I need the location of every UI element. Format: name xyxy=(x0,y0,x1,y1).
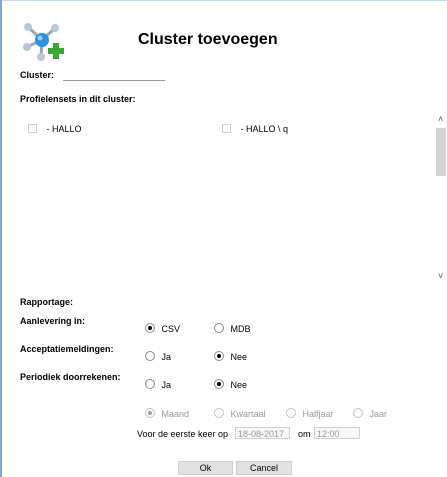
radio-label-halfjaar: Halfjaar xyxy=(302,409,334,419)
aanlevering-label: Aanlevering in: xyxy=(20,316,86,326)
periodiek-label: Periodiek doorrekenen: xyxy=(20,372,121,382)
radio-halfjaar[interactable]: Halfjaar xyxy=(286,405,334,423)
radio-button[interactable] xyxy=(353,408,363,418)
rapportage-heading: Rapportage: xyxy=(20,297,74,307)
radio-periodiek-nee[interactable]: Nee xyxy=(214,376,247,394)
radio-button[interactable] xyxy=(214,379,224,389)
radio-label-jaar: Jaar xyxy=(369,409,387,419)
profielenset-checkbox[interactable] xyxy=(222,124,231,133)
profielenset-item[interactable]: - HALLO \ q xyxy=(222,120,288,138)
radio-button[interactable] xyxy=(214,351,224,361)
radio-acceptatie-nee[interactable]: Nee xyxy=(214,348,247,366)
radio-button[interactable] xyxy=(145,379,155,389)
profielenset-label: - HALLO \ q xyxy=(240,124,288,134)
profielensets-label: Profielensets in dit cluster: xyxy=(20,94,136,104)
first-time-date-field[interactable]: 18-08-2017 xyxy=(235,427,290,439)
radio-button[interactable] xyxy=(145,323,155,333)
radio-acceptatie-ja[interactable]: Ja xyxy=(145,348,171,366)
radio-maand[interactable]: Maand xyxy=(145,405,189,423)
first-time-time-field[interactable]: 12:00 xyxy=(314,427,360,439)
radio-label-csv: CSV xyxy=(161,324,180,334)
at-label: om xyxy=(298,429,311,439)
radio-label-ja: Ja xyxy=(161,352,171,362)
radio-label-maand: Maand xyxy=(161,409,189,419)
radio-label-kwartaal: Kwartaal xyxy=(230,409,266,419)
radio-label-ja: Ja xyxy=(161,380,171,390)
profielenset-checkbox[interactable] xyxy=(28,124,37,133)
radio-label-mdb: MDB xyxy=(230,324,251,334)
profielenset-item[interactable]: - HALLO xyxy=(28,120,81,138)
radio-label-nee: Nee xyxy=(230,380,247,390)
radio-label-nee: Nee xyxy=(230,352,247,362)
radio-button[interactable] xyxy=(214,323,224,333)
dialog-title: Cluster toevoegen xyxy=(138,31,278,48)
ok-button[interactable]: Ok xyxy=(178,461,233,475)
scrollbar-thumb[interactable] xyxy=(436,128,446,176)
window-top-edge xyxy=(0,0,447,1)
radio-button[interactable] xyxy=(145,408,155,418)
scroll-up-arrow-icon[interactable]: ˄ xyxy=(438,114,443,124)
profielenset-label: - HALLO xyxy=(46,124,82,134)
radio-jaar[interactable]: Jaar xyxy=(353,405,387,423)
radio-button[interactable] xyxy=(286,408,296,418)
acceptatiemeldingen-label: Acceptatiemeldingen: xyxy=(20,344,114,354)
first-time-label: Voor de eerste keer op xyxy=(137,429,229,439)
window-left-edge xyxy=(0,0,2,477)
radio-mdb[interactable]: MDB xyxy=(214,320,251,338)
cluster-add-icon xyxy=(23,23,64,61)
radio-button[interactable] xyxy=(214,408,224,418)
cluster-name-input[interactable] xyxy=(63,68,165,81)
cluster-label: Cluster: xyxy=(20,70,55,80)
radio-kwartaal[interactable]: Kwartaal xyxy=(214,405,266,423)
radio-button[interactable] xyxy=(145,351,155,361)
radio-periodiek-ja[interactable]: Ja xyxy=(145,376,171,394)
radio-csv[interactable]: CSV xyxy=(145,320,180,338)
scroll-down-arrow-icon[interactable]: ˅ xyxy=(438,271,443,281)
cancel-button[interactable]: Cancel xyxy=(236,461,292,475)
